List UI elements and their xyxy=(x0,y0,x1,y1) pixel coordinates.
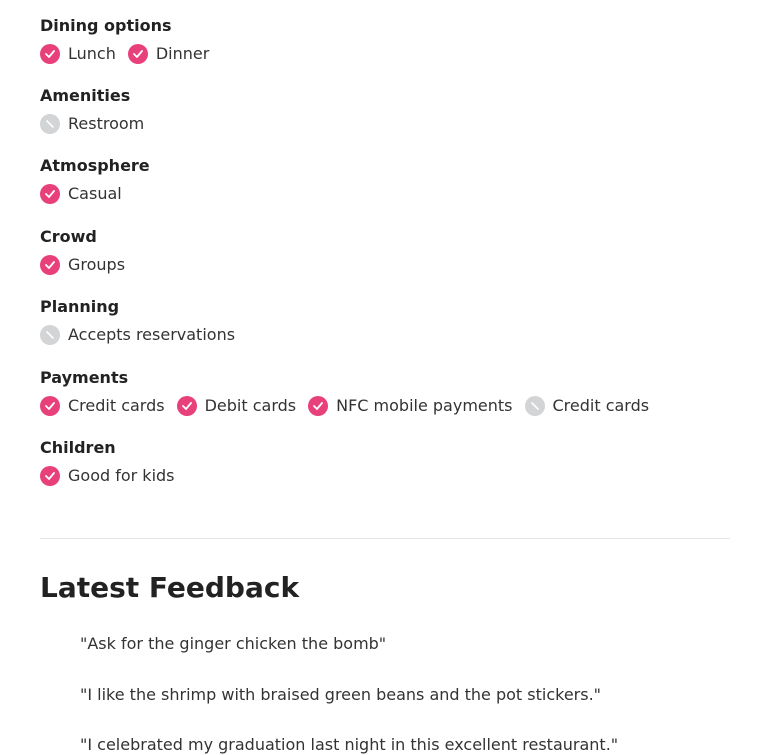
chip-label: Credit cards xyxy=(552,396,650,415)
chip-label: Restroom xyxy=(68,114,145,133)
section-planning: Planning Accepts reservations xyxy=(40,297,247,345)
section-payments: Payments Credit cards Debit cards NFC mo… xyxy=(40,368,661,416)
chip-label: NFC mobile payments xyxy=(336,396,513,415)
chip-debit-cards: Debit cards xyxy=(176,396,297,416)
chip-label: Accepts reservations xyxy=(68,325,236,344)
check-icon xyxy=(40,255,60,275)
feedback-quote: "I like the shrimp with braised green be… xyxy=(80,685,602,704)
slash-icon xyxy=(524,396,545,416)
feedback-quote: "I celebrated my graduation last night i… xyxy=(80,735,619,754)
section-title: Dining options xyxy=(40,16,172,35)
chip-label: Casual xyxy=(68,184,122,203)
chip-label: Lunch xyxy=(68,44,116,63)
chip-restroom: Restroom xyxy=(40,114,144,134)
latest-feedback-heading: Latest Feedback xyxy=(40,571,300,604)
check-icon xyxy=(308,396,329,416)
chip-good-for-kids: Good for kids xyxy=(40,466,175,486)
chip-nfc-mobile-payments: NFC mobile payments xyxy=(308,396,513,416)
chip-label: Good for kids xyxy=(68,466,175,485)
check-icon xyxy=(176,396,197,416)
chip-list: Credit cards Debit cards NFC mobile paym… xyxy=(40,396,661,416)
section-dining-options: Dining options Lunch Dinner xyxy=(40,16,221,64)
check-icon xyxy=(40,396,60,416)
check-icon xyxy=(40,466,60,486)
section-atmosphere: Atmosphere Casual xyxy=(40,156,150,204)
check-icon xyxy=(40,44,60,64)
chip-list: Groups xyxy=(40,255,137,275)
slash-icon xyxy=(40,325,60,345)
chip-casual: Casual xyxy=(40,184,122,204)
section-children: Children Good for kids xyxy=(40,438,187,486)
chip-label: Dinner xyxy=(155,44,210,63)
chip-accepts-reservations: Accepts reservations xyxy=(40,325,235,345)
chip-list: Accepts reservations xyxy=(40,325,247,345)
chip-label: Debit cards xyxy=(204,396,297,415)
chip-credit-cards-unavailable: Credit cards xyxy=(524,396,650,416)
section-title: Planning xyxy=(40,297,120,316)
check-icon xyxy=(40,184,60,204)
chip-lunch: Lunch xyxy=(40,44,116,64)
check-icon xyxy=(127,44,148,64)
feedback-quote: "Ask for the ginger chicken the bomb" xyxy=(80,634,387,653)
chip-groups: Groups xyxy=(40,255,125,275)
chip-list: Lunch Dinner xyxy=(40,44,221,64)
section-title: Payments xyxy=(40,368,129,387)
section-title: Crowd xyxy=(40,227,97,246)
section-divider xyxy=(40,538,730,539)
chip-list: Good for kids xyxy=(40,466,187,486)
section-title: Children xyxy=(40,438,116,457)
chip-dinner: Dinner xyxy=(127,44,210,64)
chip-list: Restroom xyxy=(40,114,156,134)
chip-label: Credit cards xyxy=(68,396,165,415)
section-amenities: Amenities Restroom xyxy=(40,86,156,134)
section-crowd: Crowd Groups xyxy=(40,227,137,275)
chip-label: Groups xyxy=(68,255,126,274)
section-title: Atmosphere xyxy=(40,156,150,175)
section-title: Amenities xyxy=(40,86,131,105)
chip-list: Casual xyxy=(40,184,150,204)
chip-credit-cards: Credit cards xyxy=(40,396,165,416)
slash-icon xyxy=(40,114,60,134)
